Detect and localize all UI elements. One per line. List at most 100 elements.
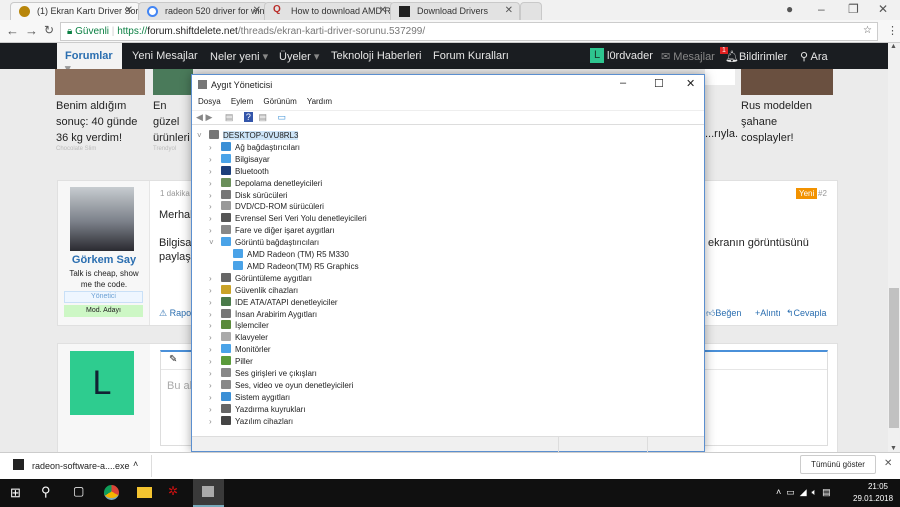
nav-uyeler[interactable]: Üyeler ▾ [279,50,319,63]
author-avatar[interactable] [70,187,134,251]
menu-gorunum[interactable]: Görünüm [263,97,296,106]
download-item[interactable]: radeon-software-a....exe [32,461,130,471]
tree-item[interactable]: › Ses, video ve oyun denetleyicileri [209,379,353,392]
tree-item[interactable]: › IDE ATA/ATAPI denetleyiciler [209,296,338,309]
tree-item[interactable]: › Yazdırma kuyrukları [209,403,306,416]
tree-item[interactable]: › Monitörler [209,344,271,356]
tree-item[interactable]: › Piller [209,356,253,368]
tree-item[interactable]: › Ses girişleri ve çıkışları [209,368,317,380]
tree-item[interactable]: › Sistem aygıtları [209,391,290,404]
device-manager-task[interactable] [193,479,224,507]
chevron-right-icon[interactable]: › [209,404,212,416]
ad-title[interactable]: ...rıyla. [705,126,738,142]
maximize-button[interactable]: ☐ [654,77,664,90]
page-scrollbar[interactable]: ▲ ▼ [888,43,900,452]
forward-icon[interactable]: ▶ [205,112,212,122]
help-icon[interactable]: ? [243,112,253,122]
menu-icon[interactable]: ⋮ [887,24,898,37]
close-tab-icon[interactable]: ✕ [379,5,387,16]
tree-item[interactable]: › Bilgisayar [209,153,270,166]
chevron-right-icon[interactable]: › [209,154,212,166]
chevron-right-icon[interactable]: › [209,273,212,285]
chevron-right-icon[interactable]: › [209,178,212,190]
report-link[interactable]: ⚠ Rapo [159,308,191,319]
chevron-down-icon[interactable]: ˅ [197,130,202,142]
tree-child-item[interactable]: AMD Radeon (TM) R5 M330 [233,249,349,261]
tree-item[interactable]: › Görüntüleme aygıtları [209,272,312,285]
menu-eylem[interactable]: Eylem [231,97,253,106]
properties-icon[interactable]: ▤ [225,112,234,122]
nav-teknoloji-haberleri[interactable]: Teknoloji Haberleri [331,50,422,62]
scrollbar-thumb[interactable] [889,288,899,428]
chevron-right-icon[interactable]: › [209,380,212,392]
author-name[interactable]: Görkem Say [58,254,150,266]
tab-download-drivers[interactable]: Download Drivers ✕ [390,2,520,20]
new-tab-button[interactable] [520,2,542,20]
close-tab-icon[interactable]: ✕ [505,5,513,16]
nav-yeni-mesajlar[interactable]: Yeni Mesajlar [132,50,198,62]
tree-item[interactable]: › Yazılım cihazları [209,415,293,428]
chevron-right-icon[interactable]: › [209,356,212,368]
chevron-right-icon[interactable]: › [209,201,212,213]
clock-date[interactable]: 29.01.2018 [853,494,893,503]
close-tab-icon[interactable]: ✕ [253,5,261,16]
ad-image[interactable] [705,69,735,85]
ad-image[interactable] [153,69,193,95]
tree-item[interactable]: › Ağ bağdaştırıcıları [209,141,300,154]
chevron-right-icon[interactable]: › [209,392,212,404]
tree-item[interactable]: › Disk sürücüleri [209,189,287,202]
show-all-button[interactable]: Tümünü göster [800,455,876,474]
chevron-right-icon[interactable]: › [209,285,212,297]
restore-button[interactable]: ❐ [848,2,859,16]
tree-item[interactable]: › Güvenlik cihazları [209,284,298,297]
forward-button[interactable]: → [25,23,38,38]
profile-icon[interactable]: ● [786,2,793,16]
file-explorer-icon[interactable] [137,487,152,498]
ad-image[interactable] [741,69,833,95]
back-button[interactable]: ← [6,23,19,38]
chevron-right-icon[interactable]: › [209,309,212,321]
chevron-right-icon[interactable]: › [209,416,212,428]
close-download-bar-icon[interactable]: ✕ [884,458,892,469]
tree-item[interactable]: › Fare ve diğer işaret aygıtları [209,225,335,237]
nav-forumlar[interactable]: Forumlar ▾ [57,43,122,75]
tray-icons[interactable]: ˄ ▭ ◢ 🔈︎ ▤ [776,487,831,498]
menu-yardim[interactable]: Yardım [307,97,332,106]
nav-neler-yeni[interactable]: Neler yeni ▾ [210,50,268,63]
chevron-right-icon[interactable]: › [209,166,212,178]
back-icon[interactable]: ◀ [196,112,203,122]
chevron-right-icon[interactable]: › [209,320,212,332]
chevron-right-icon[interactable]: › [209,225,212,237]
post-time[interactable]: 1 dakika [160,189,190,198]
ad-image[interactable] [55,69,145,95]
scan-hardware-icon[interactable]: ▭ [277,112,286,122]
reply-link[interactable]: ↰Cevapla [786,308,827,319]
app-icon[interactable]: ✲ [168,484,178,498]
menu-dosya[interactable]: Dosya [198,97,221,106]
nav-notifications[interactable]: 🔔︎Bildirimler [725,50,787,63]
ad-title[interactable]: Benim aldığım sonuç: 40 günde 36 kg verd… [56,98,148,146]
tab-ekran-karti[interactable]: (1) Ekran Kartı Driver Sorunu✕ [10,2,140,20]
chrome-icon[interactable] [104,485,119,500]
tree-child-item[interactable]: AMD Radeon(TM) R5 Graphics [233,260,359,273]
tree-item[interactable]: › DVD/CD-ROM sürücüleri [209,201,324,213]
clock-time[interactable]: 21:05 [858,482,898,491]
close-window-button[interactable]: ✕ [878,2,888,16]
chevron-down-icon[interactable]: ˅ [209,237,214,249]
update-icon[interactable]: ▤ [258,112,267,122]
chevron-right-icon[interactable]: › [209,190,212,202]
chevron-right-icon[interactable]: › [209,297,212,309]
user-avatar[interactable]: L [590,48,604,63]
tree-root[interactable]: ˅ DESKTOP-0VU8RL3 [197,130,299,142]
like-link[interactable]: 👍︎Beğen [706,308,741,319]
tree-item[interactable]: › İnsan Arabirim Aygıtları [209,308,317,321]
tree-item[interactable]: › Klavyeler [209,332,268,344]
reload-button[interactable]: ↻ [44,23,54,37]
chevron-right-icon[interactable]: › [209,142,212,154]
nav-forum-kurallari[interactable]: Forum Kuralları [433,50,509,62]
ad-title[interactable]: En güzel ürünleri başlayan [153,98,193,146]
tree-item[interactable]: › Bluetooth [209,165,269,178]
task-view-icon[interactable]: ▢ [73,484,84,498]
close-tab-icon[interactable]: ✕ [125,5,133,16]
bookmark-star-icon[interactable]: ☆ [863,25,872,36]
